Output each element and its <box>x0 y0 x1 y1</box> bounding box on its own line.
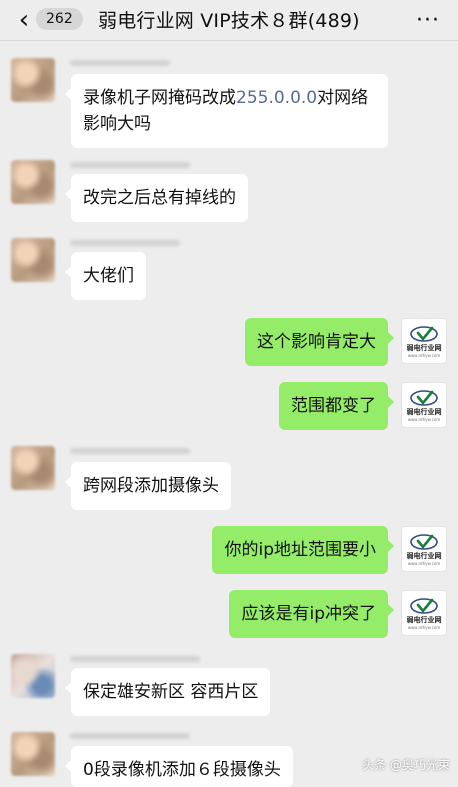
message-bubble[interactable]: 这个影响肯定大 <box>245 318 394 366</box>
message-bubble[interactable]: 录像机子网掩码改成255.0.0.0对网络影响大吗 <box>65 74 388 148</box>
chevron-left-icon[interactable]: ‹ <box>10 6 38 34</box>
avatar[interactable]: 弱电行业网 www.rdhyw.com <box>401 382 447 428</box>
sender-nickname <box>70 60 170 66</box>
avatar[interactable]: 弱电行业网 www.rdhyw.com <box>401 526 447 572</box>
message-bubble[interactable]: 应该是有ip冲突了 <box>229 590 394 638</box>
watermark: 头条 @奥巧光束 <box>362 758 450 772</box>
more-dots-icon[interactable]: ··· <box>416 8 440 33</box>
avatar[interactable] <box>11 160 55 204</box>
avatar[interactable] <box>11 446 55 490</box>
avatar[interactable] <box>11 654 55 698</box>
ip-link[interactable]: 255.0.0.0 <box>236 88 317 108</box>
chat-title: 弱电行业网 VIP技术８群(489) <box>98 10 360 32</box>
checkmark-logo-icon <box>410 597 438 614</box>
message-bubble[interactable]: 范围都变了 <box>279 382 394 430</box>
sender-nickname <box>70 656 200 662</box>
message-bubble[interactable]: 改完之后总有掉线的 <box>65 174 248 222</box>
sender-nickname <box>70 162 190 168</box>
avatar[interactable] <box>11 732 55 776</box>
checkmark-logo-icon <box>410 533 438 550</box>
message-bubble[interactable]: 大佬们 <box>65 252 146 300</box>
chat-header: ‹ 262 弱电行业网 VIP技术８群(489) ··· <box>0 0 458 41</box>
avatar[interactable]: 弱电行业网 www.rdhyw.com <box>401 318 447 364</box>
sender-nickname <box>70 733 190 739</box>
checkmark-logo-icon <box>410 325 438 342</box>
message-bubble[interactable]: 跨网段添加摄像头 <box>65 462 231 510</box>
avatar[interactable] <box>11 238 55 282</box>
message-bubble[interactable]: 你的ip地址范围要小 <box>212 526 394 574</box>
avatar[interactable]: 弱电行业网 www.rdhyw.com <box>401 590 447 636</box>
avatar[interactable] <box>11 58 55 102</box>
sender-nickname <box>70 240 180 246</box>
checkmark-logo-icon <box>410 389 438 406</box>
sender-nickname <box>70 448 190 454</box>
unread-badge[interactable]: 262 <box>36 8 83 30</box>
message-bubble[interactable]: 保定雄安新区 容西片区 <box>64 668 271 716</box>
